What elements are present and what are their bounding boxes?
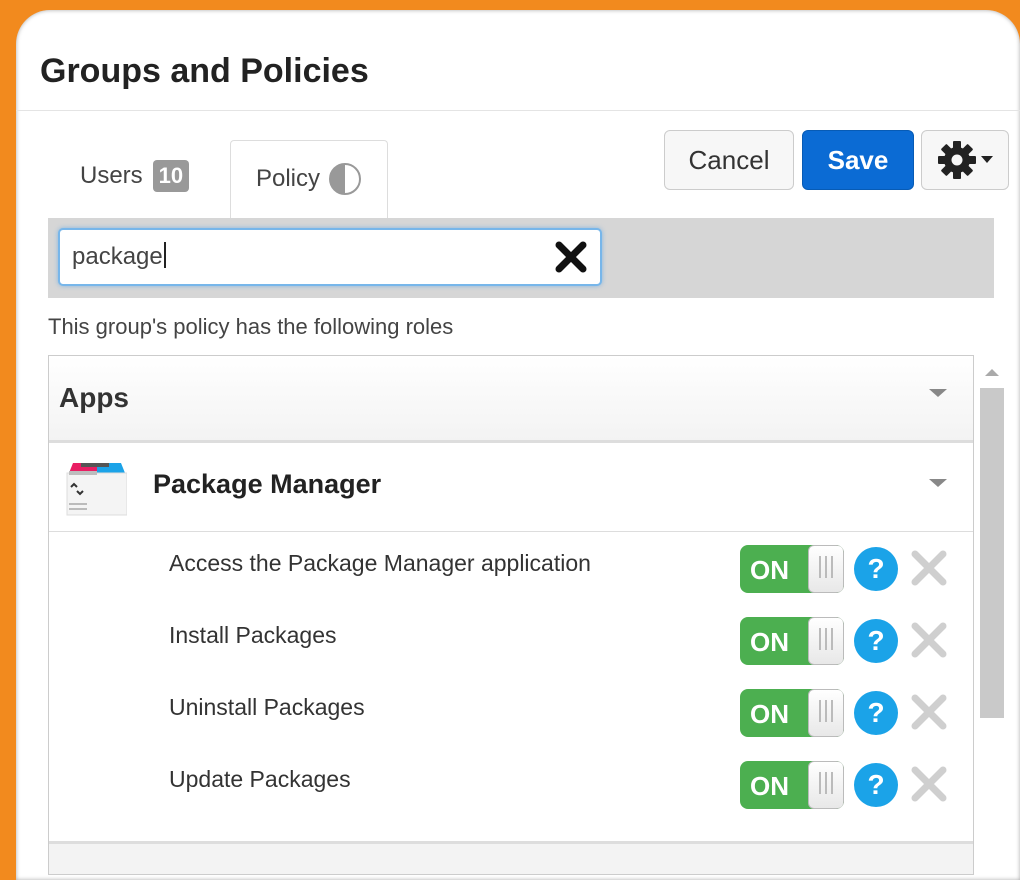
settings-menu-button[interactable] [921, 130, 1009, 190]
chevron-down-icon [981, 156, 993, 163]
role-label: Update Packages [169, 766, 351, 792]
gear-icon [938, 141, 976, 179]
clear-search-icon[interactable] [554, 240, 588, 274]
role-label: Uninstall Packages [169, 694, 365, 720]
remove-role-icon[interactable] [909, 548, 949, 588]
toggle-state-label: ON [750, 699, 789, 729]
toggle-knob[interactable] [808, 689, 844, 737]
roles-caption: This group's policy has the following ro… [48, 314, 454, 339]
chevron-down-icon[interactable] [929, 479, 947, 487]
chevron-down-icon[interactable] [929, 389, 947, 397]
toggle-state-label: ON [750, 771, 789, 801]
role-label: Install Packages [169, 622, 337, 648]
role-toggle[interactable]: ON [740, 617, 844, 665]
section-title: Apps [59, 382, 129, 413]
help-icon[interactable]: ? [854, 691, 898, 735]
role-row: Update Packages ON ? [49, 752, 973, 824]
help-icon[interactable]: ? [854, 763, 898, 807]
app-title: Package Manager [153, 469, 382, 499]
role-toggle[interactable]: ON [740, 761, 844, 809]
scroll-thumb[interactable] [980, 388, 1004, 718]
help-icon[interactable]: ? [854, 619, 898, 663]
scroll-up-arrow-icon[interactable] [985, 369, 999, 376]
role-row: Uninstall Packages ON ? [49, 680, 973, 752]
dialog-body: Users 10 Policy Cancel Save package This… [30, 10, 1020, 880]
half-circle-icon [329, 162, 362, 195]
roles-list: Apps Package Manager Access the Package … [48, 355, 974, 875]
app-row-package-manager[interactable]: Package Manager [49, 443, 973, 532]
tab-users-label: Users [80, 162, 143, 189]
remove-role-icon[interactable] [909, 764, 949, 804]
role-row: Access the Package Manager application O… [49, 536, 973, 608]
role-row: Install Packages ON ? [49, 608, 973, 680]
search-input-value: package [72, 242, 166, 271]
save-button[interactable]: Save [802, 130, 914, 190]
search-input[interactable]: package [58, 228, 602, 286]
users-count-badge: 10 [152, 160, 190, 192]
cancel-button[interactable]: Cancel [664, 130, 794, 190]
toggle-knob[interactable] [808, 617, 844, 665]
next-section-header[interactable] [49, 841, 973, 874]
tab-users[interactable]: Users 10 [80, 160, 190, 192]
search-bar: package [48, 218, 994, 298]
toggle-knob[interactable] [808, 761, 844, 809]
tab-policy[interactable]: Policy [230, 140, 388, 220]
roles-list-scrollbar[interactable] [978, 364, 1006, 875]
role-label: Access the Package Manager application [169, 550, 591, 576]
remove-role-icon[interactable] [909, 692, 949, 732]
groups-policies-dialog: Groups and Policies Users 10 Policy Canc… [16, 10, 1020, 880]
section-header-apps[interactable]: Apps [49, 356, 973, 443]
toggle-knob[interactable] [808, 545, 844, 593]
role-toggle[interactable]: ON [740, 545, 844, 593]
toggle-state-label: ON [750, 555, 789, 585]
remove-role-icon[interactable] [909, 620, 949, 660]
role-toggle[interactable]: ON [740, 689, 844, 737]
toggle-state-label: ON [750, 627, 789, 657]
tab-policy-label: Policy [255, 164, 321, 192]
help-icon[interactable]: ? [854, 547, 898, 591]
package-manager-icon [66, 463, 127, 516]
